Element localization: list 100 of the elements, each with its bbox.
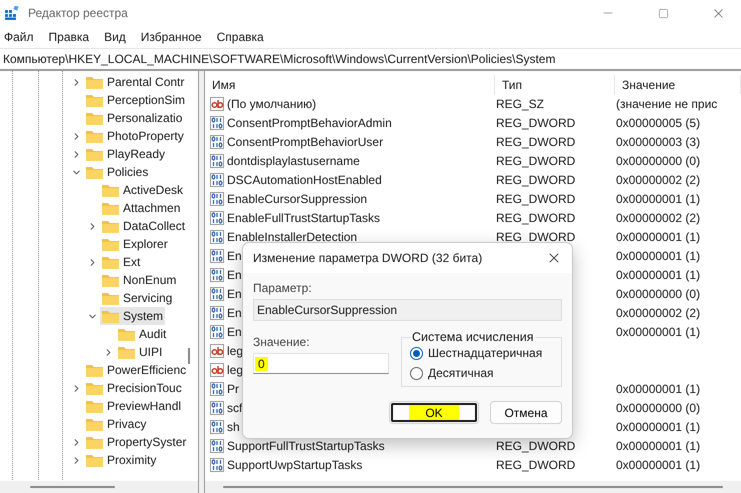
tree-item[interactable]: PhotoProperty (84, 127, 186, 145)
value-name[interactable]: En (227, 248, 242, 262)
tree-item[interactable]: PrecisionTouc (84, 379, 184, 397)
menu-item[interactable]: Справка (216, 30, 264, 44)
radio-option[interactable]: Шестнадцатеричная (410, 346, 553, 360)
cancel-button[interactable]: Отмена (490, 401, 562, 424)
binary-value-icon (210, 230, 224, 244)
value-field[interactable]: 0 (253, 353, 389, 374)
value-type: REG_DWORD (496, 438, 576, 452)
menu-item[interactable]: Избранное (140, 30, 202, 44)
tree-item[interactable]: Personalizatio (84, 109, 184, 127)
value-name[interactable]: EnableInstallerDetection (227, 230, 358, 244)
tree-item[interactable]: PreviewHandl (84, 397, 184, 415)
value-name[interactable]: leg (227, 344, 244, 358)
value-name[interactable]: En (227, 268, 242, 282)
column-header[interactable]: Имя (205, 75, 495, 94)
tree-item[interactable]: UIPI (116, 343, 164, 361)
address-bar[interactable]: Компьютер\HKEY_LOCAL_MACHINE\SOFTWARE\Microsoft\Windows\CurrentVersion\Policies\System (0, 48, 741, 71)
registry-app-icon (5, 6, 19, 20)
maximize-icon[interactable] (658, 8, 668, 18)
folder-icon (102, 256, 119, 268)
value-name[interactable]: Pr (227, 382, 239, 396)
scrollbar-thumb[interactable] (188, 348, 190, 364)
value-type: REG_DWORD (496, 192, 576, 206)
value-type: REG_DWORD (496, 210, 576, 224)
tree-item[interactable]: Privacy (84, 415, 148, 433)
value-data: 0x00000003 (3) (616, 134, 700, 148)
value-name[interactable]: sh (227, 420, 240, 434)
folder-icon (86, 454, 103, 466)
folder-icon (86, 94, 103, 106)
column-header[interactable]: Тип (495, 75, 615, 94)
tree-item[interactable]: Policies (84, 163, 150, 181)
value-type: REG_DWORD (496, 134, 576, 148)
folder-icon (86, 364, 103, 376)
value-data: 0x00000001 (1) (616, 420, 700, 434)
menu-item[interactable]: Правка (48, 30, 90, 44)
value-data: 0x00000001 (1) (616, 382, 700, 396)
tree-item[interactable]: Ext (100, 253, 142, 271)
folder-icon (86, 130, 103, 142)
value-data: 0x00000002 (2) (616, 306, 700, 320)
value-data: 0x00000002 (2) (616, 210, 700, 224)
scrollbar-thumb[interactable] (30, 486, 115, 488)
tree-item[interactable]: PowerEfficienc (84, 361, 188, 379)
parameter-field[interactable]: EnableCursorSuppression (253, 299, 562, 321)
menu-item[interactable]: Вид (104, 30, 126, 44)
folder-icon (86, 382, 103, 394)
tree-item[interactable]: PropertySyster (84, 433, 188, 451)
tree-item[interactable]: DataCollect (100, 217, 188, 235)
tree-item[interactable]: Servicing (100, 289, 174, 307)
value-name[interactable]: En (227, 286, 242, 300)
value-name[interactable]: (По умолчанию) (227, 96, 316, 110)
value-data: 0x00000000 (0) (616, 400, 700, 414)
tree-item[interactable]: ActiveDesk (100, 181, 186, 199)
tree-item[interactable]: System (100, 307, 166, 325)
folder-icon (102, 220, 119, 232)
binary-value-icon (210, 116, 224, 130)
value-type: REG_DWORD (496, 458, 576, 472)
column-header[interactable]: Значение (615, 75, 741, 94)
folder-icon (86, 418, 103, 430)
value-name[interactable]: scf (227, 400, 242, 414)
value-name[interactable]: ConsentPromptBehaviorUser (227, 134, 384, 148)
binary-value-icon (210, 154, 224, 168)
binary-value-icon (210, 286, 224, 300)
binary-value-icon (210, 382, 224, 396)
value-data: 0x00000002 (2) (616, 172, 700, 186)
value-name[interactable]: DSCAutomationHostEnabled (227, 172, 382, 186)
tree-item[interactable]: NonEnum (100, 271, 178, 289)
value-type: REG_DWORD (496, 230, 576, 244)
value-name[interactable]: ConsentPromptBehaviorAdmin (227, 116, 392, 130)
value-name[interactable]: dontdisplaylastusername (227, 154, 360, 168)
folder-icon (86, 166, 103, 178)
value-name[interactable]: En (227, 324, 242, 338)
ok-button[interactable]: OK (389, 401, 479, 424)
radio-icon[interactable] (410, 366, 423, 380)
tree-item[interactable]: Attachmen (100, 199, 182, 217)
tree-item[interactable]: Audit (116, 325, 168, 343)
tree-item[interactable]: Proximity (84, 451, 158, 469)
radio-option[interactable]: Десятичная (410, 366, 553, 380)
value-name[interactable]: EnableCursorSuppression (227, 192, 368, 206)
value-name[interactable]: SupportFullTrustStartupTasks (227, 438, 385, 452)
folder-icon (86, 112, 103, 124)
menu-item[interactable]: Файл (4, 30, 34, 44)
folder-icon (118, 346, 135, 358)
binary-value-icon (210, 268, 224, 282)
binary-value-icon (210, 324, 224, 338)
value-data: 0x00000000 (0) (616, 154, 700, 168)
value-name[interactable]: EnableFullTrustStartupTasks (227, 210, 380, 224)
folder-icon (86, 76, 103, 88)
value-name[interactable]: leg (227, 362, 244, 376)
tree-item[interactable]: PerceptionSim (84, 91, 188, 109)
value-name[interactable]: En (227, 306, 242, 320)
value-data: 0x00000001 (1) (616, 438, 700, 452)
tree-item[interactable]: Explorer (100, 235, 170, 253)
radio-icon[interactable] (410, 346, 423, 360)
tree-item[interactable]: PlayReady (84, 145, 168, 163)
scrollbar-thumb[interactable] (223, 486, 723, 488)
value-name[interactable]: SupportUwpStartupTasks (227, 458, 362, 472)
tree-item[interactable]: Parental Contr (84, 73, 186, 91)
group-title: Система исчисления (411, 330, 535, 344)
string-value-icon (210, 362, 224, 376)
